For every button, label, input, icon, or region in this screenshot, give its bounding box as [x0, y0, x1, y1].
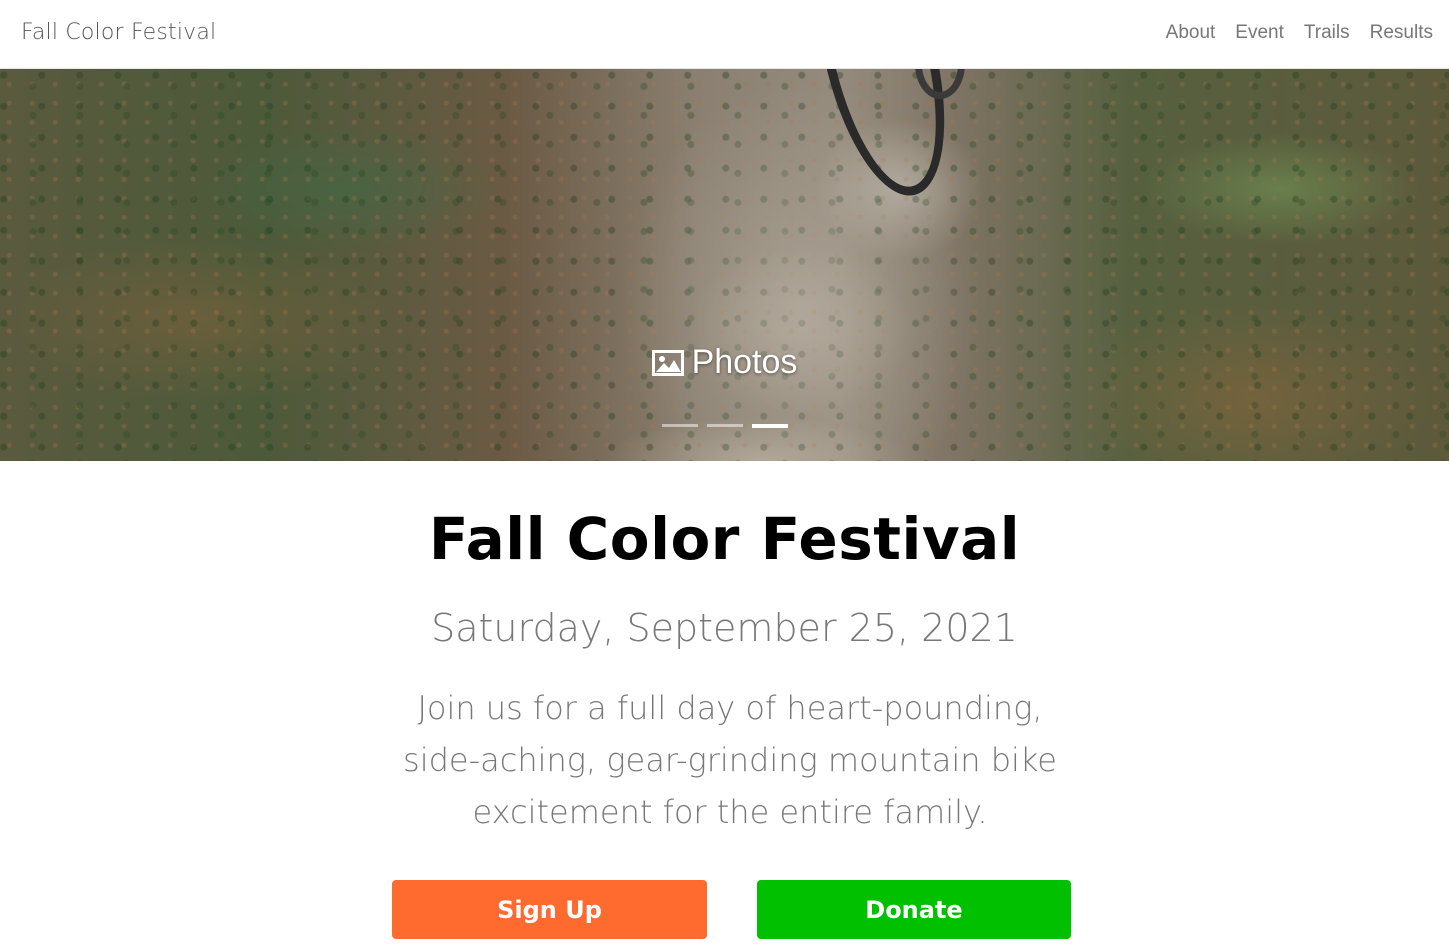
nav-link-about[interactable]: About [1166, 22, 1216, 44]
carousel-caption-label: Photos [691, 343, 798, 381]
page-title: Fall Color Festival [428, 505, 1021, 573]
hero-carousel[interactable] [0, 69, 1449, 461]
carousel-indicator-3[interactable] [751, 424, 788, 428]
carousel-indicators [0, 424, 1449, 428]
image-icon [651, 349, 684, 376]
nav-link-event[interactable]: Event [1235, 22, 1284, 44]
event-date: Saturday, September 25, 2021 [431, 606, 1018, 650]
carousel-indicator-1[interactable] [661, 424, 698, 427]
carousel-caption[interactable]: Photos [0, 343, 1449, 382]
brand-link[interactable]: Fall Color Festival [21, 20, 216, 45]
nav-link-results[interactable]: Results [1370, 22, 1433, 44]
donate-button[interactable]: Donate [757, 880, 1071, 939]
sign-up-button[interactable]: Sign Up [392, 880, 707, 939]
event-description: Join us for a full day of heart-pounding… [403, 689, 1057, 831]
navbar: Fall Color Festival About Event Trails R… [0, 0, 1449, 69]
nav-link-trails[interactable]: Trails [1304, 22, 1350, 44]
carousel-indicator-2[interactable] [706, 424, 743, 427]
nav-links: About Event Trails Results [1166, 22, 1433, 44]
hero-trail [520, 69, 1080, 461]
